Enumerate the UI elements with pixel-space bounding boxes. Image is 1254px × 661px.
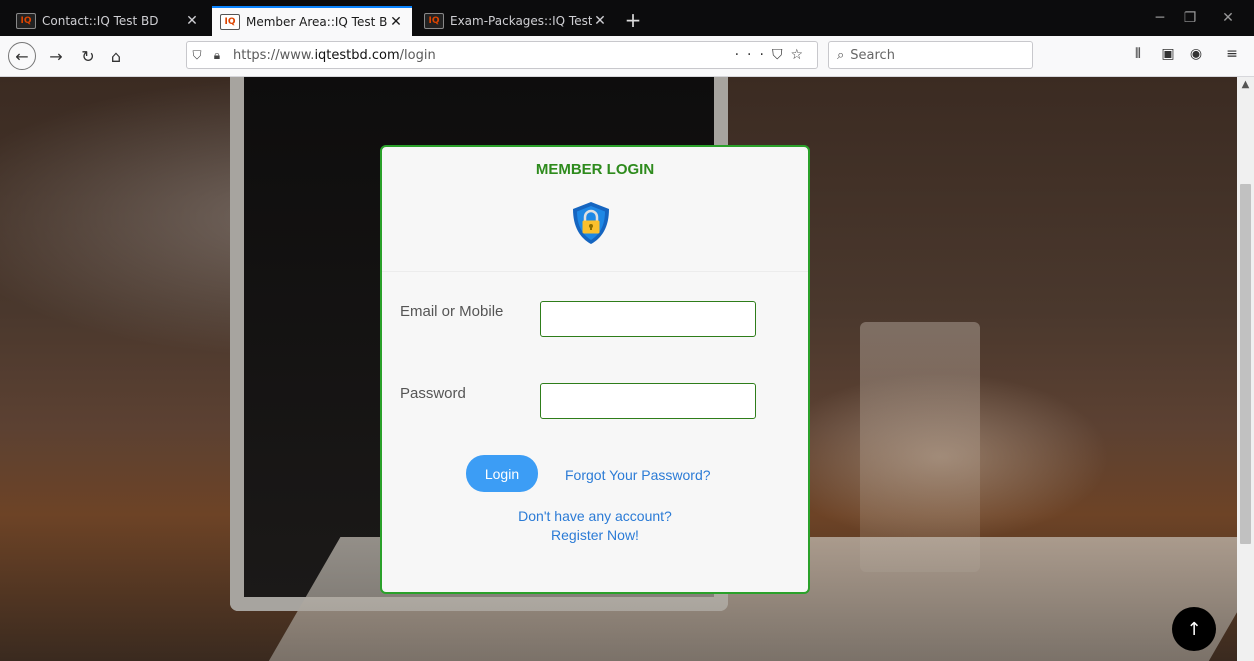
scrollbar-thumb[interactable] [1240, 184, 1251, 544]
tab-title: Member Area::IQ Test BD [246, 15, 388, 29]
forward-button[interactable]: → [44, 44, 68, 68]
login-heading: MEMBER LOGIN [535, 161, 655, 178]
new-tab-button[interactable]: + [620, 10, 646, 30]
scroll-up-arrow-icon[interactable]: ▲ [1237, 79, 1254, 90]
arrow-up-icon: ↑ [1186, 618, 1202, 640]
url-bar[interactable]: ⛉ 🔒︎ https://www.iqtestbd.com/login ···⛉… [186, 41, 818, 69]
header-divider [382, 271, 808, 272]
search-icon: ⌕ [837, 47, 845, 63]
search-placeholder: Search [850, 47, 895, 63]
site-favicon-icon: IQ [16, 13, 36, 29]
tracking-shield-icon[interactable]: ⛉ [187, 48, 207, 63]
register-link[interactable]: Register Now! [382, 527, 808, 543]
account-icon[interactable]: ◉ [1185, 46, 1207, 62]
tab-title: Contact::IQ Test BD [42, 14, 159, 28]
window-close-button[interactable]: ✕ [1208, 10, 1248, 26]
navigation-bar: ← → ↻ ⌂ ⛉ 🔒︎ https://www.iqtestbd.com/lo… [0, 36, 1254, 77]
login-button[interactable]: Login [466, 455, 538, 492]
reload-button[interactable]: ↻ [76, 44, 100, 68]
email-label: Email or Mobile [400, 303, 504, 320]
back-button[interactable]: ← [8, 42, 36, 70]
password-label: Password [400, 385, 466, 402]
url-path: /login [399, 47, 436, 63]
sidebar-icon[interactable]: ▣ [1157, 46, 1179, 62]
site-favicon-icon: IQ [220, 14, 240, 30]
tab-strip: IQ Contact::IQ Test BD ✕ IQ Member Area:… [0, 0, 1254, 36]
url-domain: iqtestbd.com [314, 47, 400, 63]
background-glass [860, 322, 980, 572]
login-card: MEMBER LOGIN Email or Mobile Password Lo… [380, 145, 810, 594]
tab-member-area[interactable]: IQ Member Area::IQ Test BD ✕ [212, 6, 412, 36]
site-favicon-icon: IQ [424, 13, 444, 29]
close-tab-icon[interactable]: ✕ [592, 13, 608, 29]
no-account-text: Don't have any account? [518, 508, 672, 524]
password-field[interactable] [540, 383, 756, 419]
home-button[interactable]: ⌂ [104, 44, 128, 68]
security-shield-icon [573, 202, 609, 244]
scroll-to-top-button[interactable]: ↑ [1172, 607, 1216, 651]
close-tab-icon[interactable]: ✕ [184, 13, 200, 29]
restore-button[interactable]: ❐ [1170, 10, 1210, 26]
tab-title: Exam-Packages::IQ Test BD [450, 14, 592, 28]
tab-exam-packages[interactable]: IQ Exam-Packages::IQ Test BD ✕ [416, 6, 616, 36]
url-prefix: https://www. [233, 47, 315, 63]
menu-icon[interactable]: ≡ [1221, 46, 1243, 62]
vertical-scrollbar[interactable]: ▲ [1237, 77, 1254, 661]
search-box[interactable]: ⌕ Search [828, 41, 1033, 69]
close-tab-icon[interactable]: ✕ [388, 14, 404, 30]
page-actions[interactable]: ···⛉☆ [735, 47, 811, 63]
url-text[interactable]: https://www.iqtestbd.com/login [233, 48, 436, 63]
email-field[interactable] [540, 301, 756, 337]
forgot-password-link[interactable]: Forgot Your Password? [565, 467, 711, 483]
library-icon[interactable]: ⫴ [1127, 46, 1149, 62]
lock-icon[interactable]: 🔒︎ [207, 48, 227, 63]
tab-contact[interactable]: IQ Contact::IQ Test BD ✕ [8, 6, 208, 36]
